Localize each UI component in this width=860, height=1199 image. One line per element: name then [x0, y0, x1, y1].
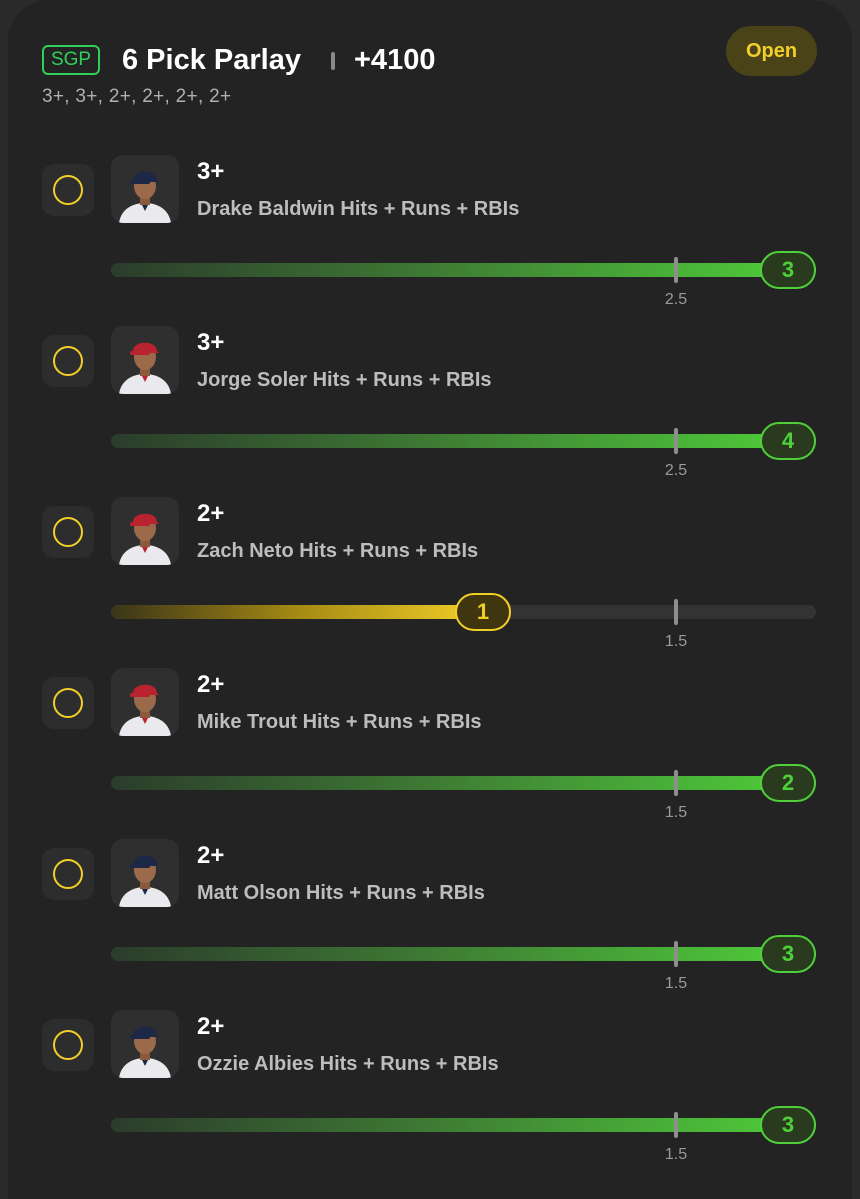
- parlay-thresholds-summary: 3+, 3+, 2+, 2+, 2+, 2+: [42, 86, 232, 107]
- progress-fill: [111, 263, 816, 277]
- player-avatar: [111, 326, 179, 394]
- leg-status-icon: [42, 335, 94, 387]
- leg-row[interactable]: 2+ Matt Olson Hits + Runs + RBIs 1.5 3: [0, 839, 860, 1010]
- progress-fill: [111, 947, 816, 961]
- leg-row[interactable]: 2+ Ozzie Albies Hits + Runs + RBIs 1.5 3: [0, 1010, 860, 1181]
- leg-status-icon: [42, 848, 94, 900]
- line-label: 1.5: [664, 975, 688, 992]
- line-tick: [674, 599, 678, 625]
- progress-track: [111, 1118, 816, 1132]
- pending-circle-icon: [53, 517, 83, 547]
- leg-row[interactable]: 2+ Mike Trout Hits + Runs + RBIs 1.5 2: [0, 668, 860, 839]
- actual-value-pill: 2: [760, 764, 816, 802]
- header-divider: [331, 52, 335, 70]
- leg-status-icon: [42, 506, 94, 558]
- player-avatar: [111, 668, 179, 736]
- player-headshot-icon: [119, 855, 171, 907]
- line-tick: [674, 770, 678, 796]
- player-headshot-icon: [119, 342, 171, 394]
- progress-track: [111, 947, 816, 961]
- leg-row[interactable]: 2+ Zach Neto Hits + Runs + RBIs 1.5 1: [0, 497, 860, 668]
- line-label: 1.5: [664, 1146, 688, 1163]
- progress-track: [111, 434, 816, 448]
- leg-market: Matt Olson Hits + Runs + RBIs: [197, 882, 485, 904]
- leg-row[interactable]: 3+ Drake Baldwin Hits + Runs + RBIs 2.5 …: [0, 155, 860, 326]
- pending-circle-icon: [53, 175, 83, 205]
- leg-market: Mike Trout Hits + Runs + RBIs: [197, 711, 482, 733]
- actual-value-pill: 1: [455, 593, 511, 631]
- line-label: 1.5: [664, 633, 688, 650]
- leg-status-icon: [42, 677, 94, 729]
- progress-track: [111, 776, 816, 790]
- status-badge[interactable]: Open: [726, 26, 817, 76]
- line-label: 1.5: [664, 804, 688, 821]
- progress-fill: [111, 434, 816, 448]
- leg-threshold: 2+: [197, 1013, 225, 1040]
- leg-market: Ozzie Albies Hits + Runs + RBIs: [197, 1053, 499, 1075]
- progress-track: [111, 263, 816, 277]
- parlay-header: SGP 6 Pick Parlay +4100 3+, 3+, 2+, 2+, …: [42, 26, 818, 112]
- leg-threshold: 3+: [197, 158, 225, 185]
- progress-fill: [111, 605, 485, 619]
- leg-market: Zach Neto Hits + Runs + RBIs: [197, 540, 479, 562]
- leg-threshold: 2+: [197, 500, 225, 527]
- pending-circle-icon: [53, 346, 83, 376]
- actual-value-pill: 3: [760, 935, 816, 973]
- player-headshot-icon: [119, 513, 171, 565]
- pending-circle-icon: [53, 859, 83, 889]
- player-avatar: [111, 497, 179, 565]
- line-tick: [674, 257, 678, 283]
- actual-value-pill: 3: [760, 251, 816, 289]
- parlay-odds: +4100: [354, 44, 436, 76]
- line-tick: [674, 941, 678, 967]
- leg-status-icon: [42, 164, 94, 216]
- parlay-title: 6 Pick Parlay: [122, 44, 301, 76]
- actual-value-pill: 4: [760, 422, 816, 460]
- progress-fill: [111, 776, 816, 790]
- player-avatar: [111, 839, 179, 907]
- sgp-badge: SGP: [42, 45, 100, 75]
- line-tick: [674, 1112, 678, 1138]
- leg-status-icon: [42, 1019, 94, 1071]
- leg-threshold: 2+: [197, 671, 225, 698]
- line-label: 2.5: [664, 462, 688, 479]
- player-avatar: [111, 155, 179, 223]
- line-tick: [674, 428, 678, 454]
- player-headshot-icon: [119, 171, 171, 223]
- player-avatar: [111, 1010, 179, 1078]
- leg-threshold: 3+: [197, 329, 225, 356]
- actual-value-pill: 3: [760, 1106, 816, 1144]
- progress-fill: [111, 1118, 816, 1132]
- pending-circle-icon: [53, 1030, 83, 1060]
- player-headshot-icon: [119, 684, 171, 736]
- line-label: 2.5: [664, 291, 688, 308]
- player-headshot-icon: [119, 1026, 171, 1078]
- leg-threshold: 2+: [197, 842, 225, 869]
- pending-circle-icon: [53, 688, 83, 718]
- leg-row[interactable]: 3+ Jorge Soler Hits + Runs + RBIs 2.5 4: [0, 326, 860, 497]
- leg-market: Drake Baldwin Hits + Runs + RBIs: [197, 198, 520, 220]
- leg-market: Jorge Soler Hits + Runs + RBIs: [197, 369, 492, 391]
